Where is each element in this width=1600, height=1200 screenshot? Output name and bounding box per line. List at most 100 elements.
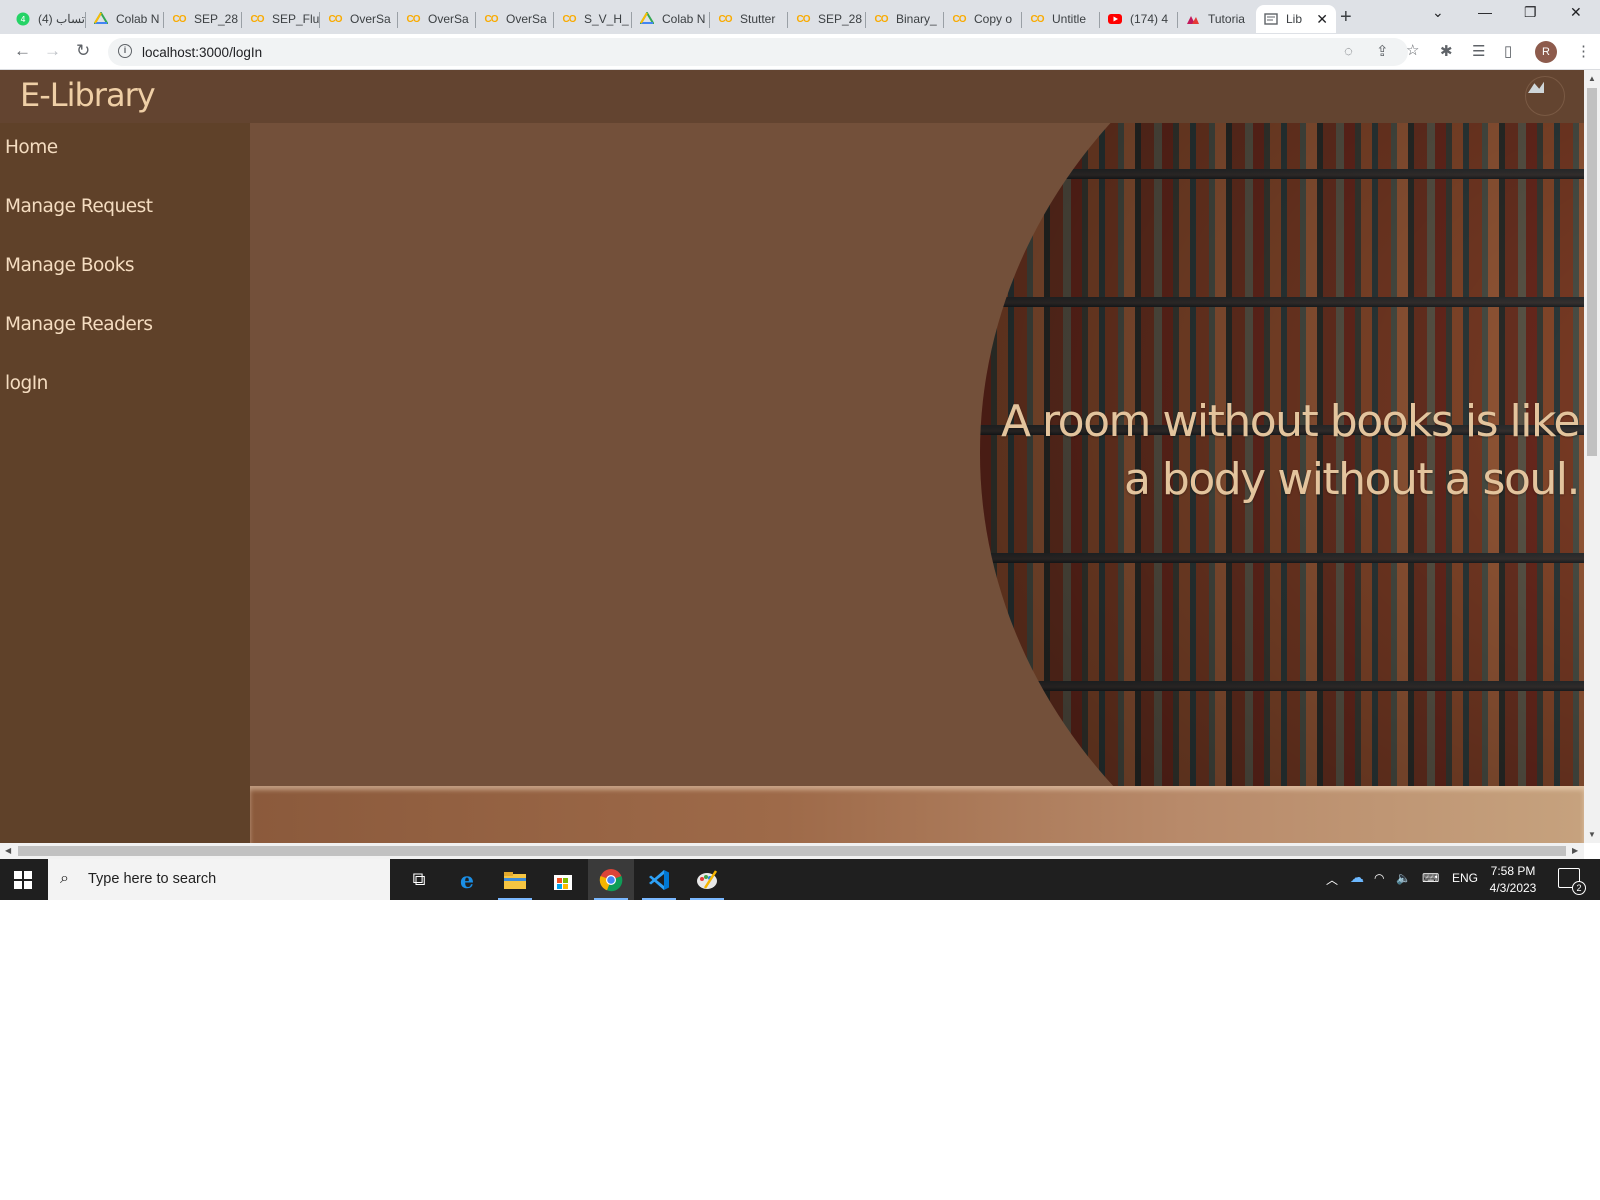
notification-count-badge: 2 <box>1572 881 1586 895</box>
browser-tab[interactable]: Colab N <box>86 5 164 33</box>
reload-icon[interactable]: ↻ <box>76 41 90 61</box>
site-info-icon[interactable]: i <box>118 44 132 58</box>
sidebar: Home Manage Request Manage Books Manage … <box>0 123 250 843</box>
colab-icon: CO <box>952 13 967 25</box>
minimize-icon[interactable]: — <box>1478 4 1492 20</box>
profile-avatar[interactable]: R <box>1535 41 1557 63</box>
sidebar-item-manage-readers[interactable]: Manage Readers <box>5 314 153 335</box>
show-hidden-icons-icon[interactable]: ︿ <box>1326 871 1338 888</box>
onedrive-cloud-icon[interactable]: ☁ <box>1350 869 1364 886</box>
browser-toolbar: ← → ↻ i localhost:3000/logIn ◌ ⇪ ☆ ✱ ☰ ▯… <box>0 34 1600 70</box>
browser-tab-active[interactable]: Lib ✕ <box>1256 5 1336 33</box>
taskbar-search-input[interactable]: ⌕ Type here to search <box>48 859 390 900</box>
side-panel-icon[interactable]: ▯ <box>1504 43 1512 61</box>
browser-tab[interactable]: CO Copy o <box>944 5 1022 33</box>
sidebar-item-manage-request[interactable]: Manage Request <box>5 196 153 217</box>
colab-icon: CO <box>718 13 733 25</box>
google-drive-icon <box>640 12 654 26</box>
share-icon[interactable]: ⇪ <box>1376 43 1389 61</box>
close-tab-icon[interactable]: ✕ <box>1316 11 1328 27</box>
tab-label: Stutter <box>740 12 776 26</box>
app-header: E-Library <box>0 70 1584 123</box>
scroll-left-icon[interactable]: ◀ <box>5 846 11 855</box>
windows-start-icon[interactable] <box>14 871 32 889</box>
browser-tab[interactable]: (174) 4 <box>1100 5 1178 33</box>
tab-label: Lib <box>1286 12 1303 26</box>
browser-tab[interactable]: CO OverSa <box>476 5 554 33</box>
brand-logo-text[interactable]: E-Library <box>20 76 156 114</box>
task-view-icon[interactable]: ⧉ <box>396 859 442 900</box>
notification-center-icon[interactable]: 2 <box>1558 868 1586 895</box>
browser-tab[interactable]: CO SEP_28 <box>788 5 866 33</box>
browser-tab[interactable]: CO S_V_H_ <box>554 5 632 33</box>
extensions-icon[interactable]: ✱ <box>1440 43 1453 61</box>
scroll-up-icon[interactable]: ▲ <box>1588 74 1596 83</box>
tab-label: Colab N <box>662 12 706 26</box>
sidebar-item-manage-books[interactable]: Manage Books <box>5 255 135 276</box>
colab-icon: CO <box>874 13 889 25</box>
new-tab-button[interactable]: + <box>1340 6 1352 28</box>
browser-tab[interactable]: Colab N <box>632 5 710 33</box>
browser-tab[interactable]: CO SEP_28 <box>164 5 242 33</box>
browser-tab[interactable]: CO SEP_Flu <box>242 5 320 33</box>
window-close-icon[interactable]: ✕ <box>1570 4 1582 21</box>
keyboard-icon[interactable]: ⌨ <box>1422 871 1439 885</box>
browser-tab[interactable]: CO OverSa <box>398 5 476 33</box>
colab-icon: CO <box>796 13 811 25</box>
browser-tab[interactable]: Tutoria <box>1178 5 1256 33</box>
scroll-down-icon[interactable]: ▼ <box>1588 830 1596 839</box>
chrome-icon[interactable] <box>588 859 634 900</box>
system-clock[interactable]: 7:58 PM 4/3/2023 <box>1478 863 1548 897</box>
hero-section: A room without books is like a body with… <box>250 123 1584 786</box>
sidebar-item-login[interactable]: logIn <box>5 373 48 394</box>
tab-label: SEP_28 <box>194 12 239 26</box>
file-explorer-icon[interactable] <box>492 859 538 900</box>
reading-list-icon[interactable]: ☰ <box>1472 43 1485 61</box>
scroll-right-icon[interactable]: ▶ <box>1572 846 1578 855</box>
microsoft-store-icon[interactable] <box>540 859 586 900</box>
colab-icon: CO <box>1030 13 1045 25</box>
menu-kebab-icon[interactable]: ⋮ <box>1576 43 1591 61</box>
back-icon[interactable]: ← <box>14 41 31 61</box>
tab-search-icon[interactable]: ⌄ <box>1432 4 1444 21</box>
eye-off-icon[interactable]: ◌ <box>1344 43 1353 61</box>
address-bar[interactable]: i localhost:3000/logIn ◌ ⇪ ☆ <box>108 38 1419 66</box>
browser-tab[interactable]: CO Stutter <box>710 5 788 33</box>
tab-label: OverSa <box>350 12 391 26</box>
horizontal-scrollbar[interactable]: ◀ ▶ <box>0 843 1584 859</box>
tab-label: SEP_28 <box>818 12 863 26</box>
tab-label: Colab N <box>116 12 160 26</box>
browser-tab[interactable]: 4 (4) واتساب <box>8 5 86 33</box>
browser-tab[interactable]: CO Untitle <box>1022 5 1100 33</box>
browser-tab[interactable]: CO OverSa <box>320 5 398 33</box>
sidebar-item-home[interactable]: Home <box>5 137 58 158</box>
scrollbar-thumb[interactable] <box>18 846 1566 856</box>
colab-icon: CO <box>172 13 187 25</box>
tab-label: (174) 4 <box>1130 12 1169 26</box>
colab-icon: CO <box>406 13 421 25</box>
paint-icon[interactable] <box>684 859 730 900</box>
colab-icon: CO <box>250 13 265 25</box>
svg-text:4: 4 <box>20 15 25 24</box>
bookmark-star-icon[interactable]: ☆ <box>1406 42 1419 60</box>
restore-icon[interactable]: ❐ <box>1524 4 1537 21</box>
scrollbar-thumb[interactable] <box>1587 88 1597 456</box>
tab-label: Copy o <box>974 12 1013 26</box>
vertical-scrollbar[interactable]: ▲ ▼ <box>1584 70 1600 843</box>
quote-line: A room without books is like <box>1000 396 1581 447</box>
hero-quote: A room without books is like a body with… <box>1000 393 1581 509</box>
forward-icon[interactable]: → <box>44 41 61 61</box>
colab-icon: CO <box>484 13 499 25</box>
user-avatar[interactable] <box>1525 76 1565 116</box>
volume-icon[interactable]: 🔈 <box>1396 871 1411 885</box>
network-icon[interactable]: ◠ <box>1374 871 1384 885</box>
youtube-icon <box>1108 12 1122 26</box>
edge-icon[interactable]: e <box>444 859 490 900</box>
tab-label: Binary_ <box>896 12 937 26</box>
vscode-icon[interactable] <box>636 859 682 900</box>
tab-label: SEP_Flu <box>272 12 320 26</box>
browser-tab[interactable]: CO Binary_ <box>866 5 944 33</box>
language-indicator[interactable]: ENG <box>1452 871 1478 885</box>
tab-label: Untitle <box>1052 12 1087 26</box>
windows-taskbar: ⌕ Type here to search ⧉ e ︿ ☁ ◠ 🔈 ⌨ ENG … <box>0 859 1600 900</box>
